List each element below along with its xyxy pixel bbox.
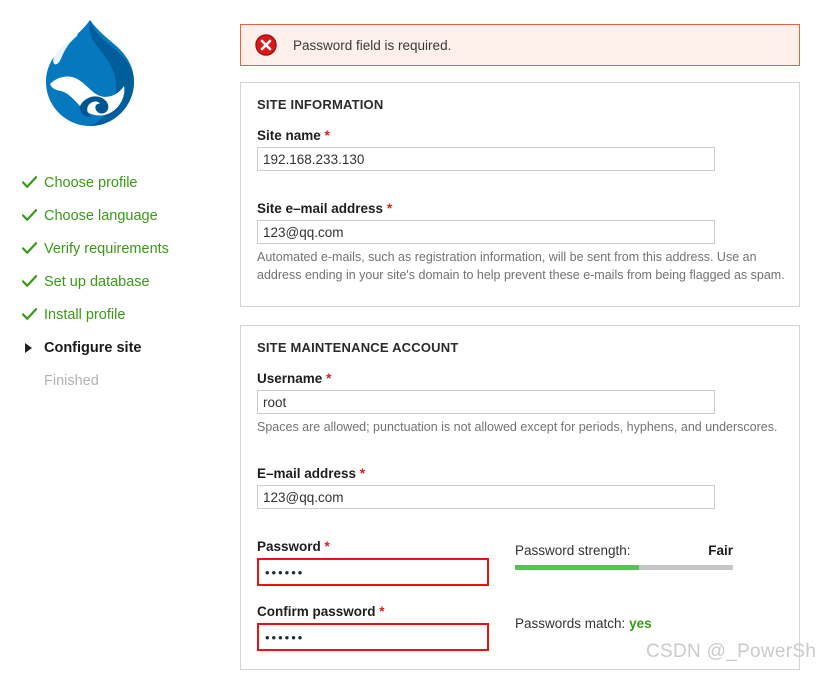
site-email-label: Site e–mail address * bbox=[257, 201, 783, 216]
site-information-panel: SITE INFORMATION Site name * Site e–mail… bbox=[240, 82, 800, 308]
sidebar-item-install-profile: Install profile bbox=[0, 298, 240, 331]
confirm-password-row: Confirm password * Passwords match: yes bbox=[257, 604, 783, 652]
username-description: Spaces are allowed; punctuation is not a… bbox=[257, 420, 778, 435]
sidebar-item-verify-requirements: Verify requirements bbox=[0, 232, 240, 265]
site-email-input[interactable] bbox=[257, 220, 715, 244]
password-input[interactable] bbox=[257, 558, 489, 587]
username-label-text: Username bbox=[257, 371, 323, 387]
sidebar: Choose profile Choose language Verify re… bbox=[0, 0, 240, 674]
confirm-password-input[interactable] bbox=[257, 623, 489, 652]
account-email-label-text: E–mail address bbox=[257, 466, 357, 482]
site-information-title: SITE INFORMATION bbox=[257, 97, 384, 112]
sidebar-item-label: Install profile bbox=[44, 306, 126, 323]
account-email-label: E–mail address * bbox=[257, 466, 783, 481]
check-icon bbox=[22, 209, 40, 222]
site-name-label: Site name * bbox=[257, 128, 783, 143]
check-icon bbox=[22, 275, 40, 288]
drupal-droplet-logo bbox=[0, 14, 240, 142]
error-x-icon bbox=[255, 34, 277, 56]
site-maintenance-account-panel: SITE MAINTENANCE ACCOUNT Username * Spac… bbox=[240, 325, 800, 671]
password-label: Password * bbox=[257, 539, 493, 554]
site-email-label-text: Site e–mail address bbox=[257, 201, 384, 216]
sidebar-item-choose-language: Choose language bbox=[0, 199, 240, 232]
sidebar-item-set-up-database: Set up database bbox=[0, 265, 240, 298]
password-strength-value: Fair bbox=[708, 543, 733, 559]
password-field: Password * bbox=[257, 539, 493, 587]
sidebar-item-label: Finished bbox=[44, 372, 99, 389]
check-icon bbox=[22, 308, 40, 321]
password-strength-label: Password strength: bbox=[515, 543, 631, 559]
required-marker: * bbox=[326, 371, 332, 387]
sidebar-item-label: Configure site bbox=[44, 339, 142, 356]
install-task-list: Choose profile Choose language Verify re… bbox=[0, 166, 240, 397]
sidebar-item-label: Choose profile bbox=[44, 174, 138, 191]
password-row: Password * Password strength: Fair bbox=[257, 539, 783, 587]
confirm-password-label: Confirm password * bbox=[257, 604, 493, 619]
site-email-field: Site e–mail address * Automated e-mails,… bbox=[257, 201, 785, 284]
required-marker: * bbox=[359, 466, 366, 482]
confirm-password-field: Confirm password * bbox=[257, 604, 493, 652]
username-input[interactable] bbox=[257, 390, 715, 415]
installer-page: Choose profile Choose language Verify re… bbox=[0, 0, 816, 674]
password-strength-indicator: Password strength: Fair bbox=[515, 539, 783, 571]
error-message-text: Password field is required. bbox=[293, 37, 452, 53]
confirm-password-label-text: Confirm password bbox=[257, 604, 376, 620]
sidebar-item-label: Verify requirements bbox=[44, 240, 169, 257]
check-icon bbox=[22, 242, 40, 255]
sidebar-item-label: Set up database bbox=[44, 273, 150, 290]
sidebar-item-label: Choose language bbox=[44, 207, 158, 224]
password-label-text: Password bbox=[257, 539, 321, 555]
passwords-match-indicator: Passwords match: yes bbox=[515, 604, 783, 631]
site-name-label-text: Site name bbox=[257, 128, 321, 143]
site-name-field: Site name * bbox=[257, 128, 783, 171]
site-maintenance-account-title: SITE MAINTENANCE ACCOUNT bbox=[257, 340, 459, 356]
required-marker: * bbox=[379, 604, 385, 620]
passwords-match-value: yes bbox=[629, 616, 652, 632]
triangle-right-icon bbox=[25, 342, 43, 353]
sidebar-item-finished: Finished bbox=[0, 364, 240, 397]
account-email-field: E–mail address * bbox=[257, 466, 783, 510]
site-name-input[interactable] bbox=[257, 147, 715, 171]
required-marker: * bbox=[324, 128, 330, 143]
sidebar-item-configure-site: Configure site bbox=[0, 331, 240, 364]
username-field: Username * Spaces are allowed; punctuati… bbox=[257, 371, 783, 436]
site-email-description: Automated e-mails, such as registration … bbox=[257, 250, 785, 283]
account-email-input[interactable] bbox=[257, 485, 715, 510]
passwords-match-label: Passwords match: bbox=[515, 616, 626, 632]
sidebar-item-choose-profile: Choose profile bbox=[0, 166, 240, 199]
required-marker: * bbox=[324, 539, 330, 555]
error-message-banner: Password field is required. bbox=[240, 24, 800, 66]
password-strength-fill bbox=[515, 565, 640, 571]
password-strength-track bbox=[515, 565, 733, 571]
main-content: Password field is required. SITE INFORMA… bbox=[240, 0, 816, 674]
username-label: Username * bbox=[257, 371, 783, 386]
required-marker: * bbox=[386, 201, 393, 216]
check-icon bbox=[22, 176, 40, 189]
